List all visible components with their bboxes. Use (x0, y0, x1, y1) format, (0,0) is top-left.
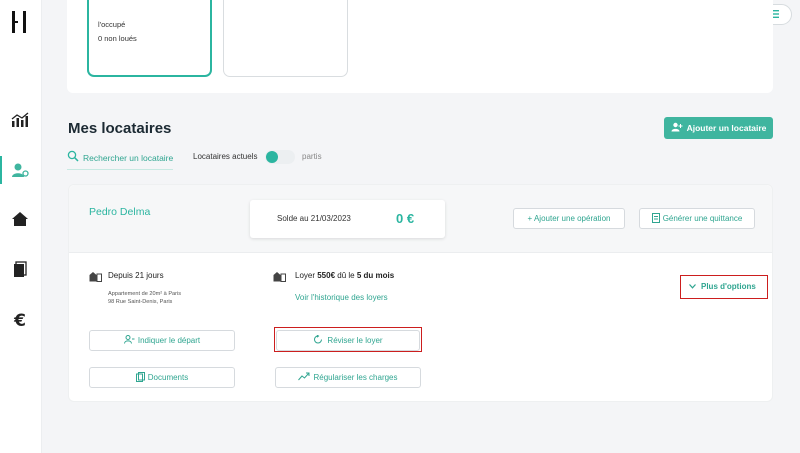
tenant-search[interactable]: Rechercher un locataire (67, 149, 174, 170)
rent-mid: dû le (335, 271, 357, 280)
revise-rent-button[interactable]: Réviser le loyer (276, 330, 420, 351)
tenant-card: Pedro Delma Solde au 21/03/2023 0 € + Aj… (68, 184, 773, 402)
properties-overview: l'occupé 0 non loués (67, 0, 773, 93)
property-card-empty[interactable] (223, 0, 348, 77)
indicate-departure-button[interactable]: Indiquer le départ (89, 330, 235, 351)
page-title: Mes locataires (68, 120, 172, 137)
documents-icon (135, 371, 145, 384)
add-user-icon (671, 122, 683, 134)
receipt-icon (651, 212, 660, 225)
tenant-card-header: Pedro Delma Solde au 21/03/2023 0 € + Aj… (69, 185, 772, 253)
card-occupied-label: l'occupé (98, 20, 126, 29)
documents-icon[interactable] (9, 258, 31, 280)
add-operation-button[interactable]: + Ajouter une opération (513, 208, 625, 229)
sidebar-active-indicator (0, 156, 2, 184)
euro-icon[interactable]: € (9, 310, 31, 332)
generate-receipt-button[interactable]: Générer une quittance (639, 208, 755, 229)
filter-past-label: partis (302, 152, 322, 161)
more-options-button[interactable]: Plus d'options (689, 282, 756, 291)
balance-box: Solde au 21/03/2023 0 € (250, 200, 445, 238)
chart-icon[interactable] (9, 109, 31, 131)
rent-prefix: Loyer (295, 271, 318, 280)
tenant-since: Depuis 21 jours (108, 271, 164, 280)
sidebar: € (0, 0, 42, 453)
home-icon[interactable] (9, 208, 31, 230)
rent-info: Loyer 550€ dû le 5 du mois (295, 271, 394, 280)
departure-icon (123, 335, 135, 346)
departure-label: Indiquer le départ (137, 336, 201, 345)
tenant-name[interactable]: Pedro Delma (89, 206, 150, 218)
rent-due-day: 5 du mois (356, 271, 395, 280)
refresh-icon (313, 334, 324, 346)
revise-rent-label: Réviser le loyer (327, 336, 383, 345)
more-options-label: Plus d'options (701, 282, 756, 291)
charges-label: Régulariser les charges (313, 373, 398, 382)
apartment-address: 98 Rue Saint-Denis, Paris (108, 299, 173, 305)
logo[interactable] (9, 9, 31, 35)
regularize-charges-button[interactable]: Régulariser les charges (275, 367, 421, 388)
add-tenant-label: Ajouter un locataire (686, 123, 767, 133)
building-icon (89, 269, 102, 287)
property-card-occupied[interactable]: l'occupé 0 non loués (87, 0, 212, 77)
toggle-knob (266, 151, 278, 163)
user-gear-icon[interactable] (9, 159, 31, 181)
current-past-toggle[interactable] (265, 150, 295, 164)
add-tenant-button[interactable]: Ajouter un locataire (664, 117, 773, 139)
card-unrented-label: 0 non loués (98, 34, 137, 43)
rent-history-link[interactable]: Voir l'historique des loyers (295, 293, 388, 302)
filter-current-label: Locataires actuels (193, 152, 258, 161)
generate-receipt-label: Générer une quittance (662, 214, 743, 223)
documents-label: Documents (147, 373, 189, 382)
rent-amount: 550€ (317, 271, 336, 280)
balance-label: Solde au 21/03/2023 (277, 214, 351, 223)
charges-icon (298, 372, 310, 383)
search-icon (67, 149, 79, 167)
building-icon (273, 269, 286, 287)
documents-button[interactable]: Documents (89, 367, 235, 388)
balance-value: 0 € (396, 211, 415, 226)
add-operation-label: + Ajouter une opération (527, 214, 611, 223)
search-label: Rechercher un locataire (83, 153, 174, 163)
chevron-down-icon (689, 282, 696, 291)
apartment-description: Appartement de 20m² à Paris (108, 291, 182, 297)
